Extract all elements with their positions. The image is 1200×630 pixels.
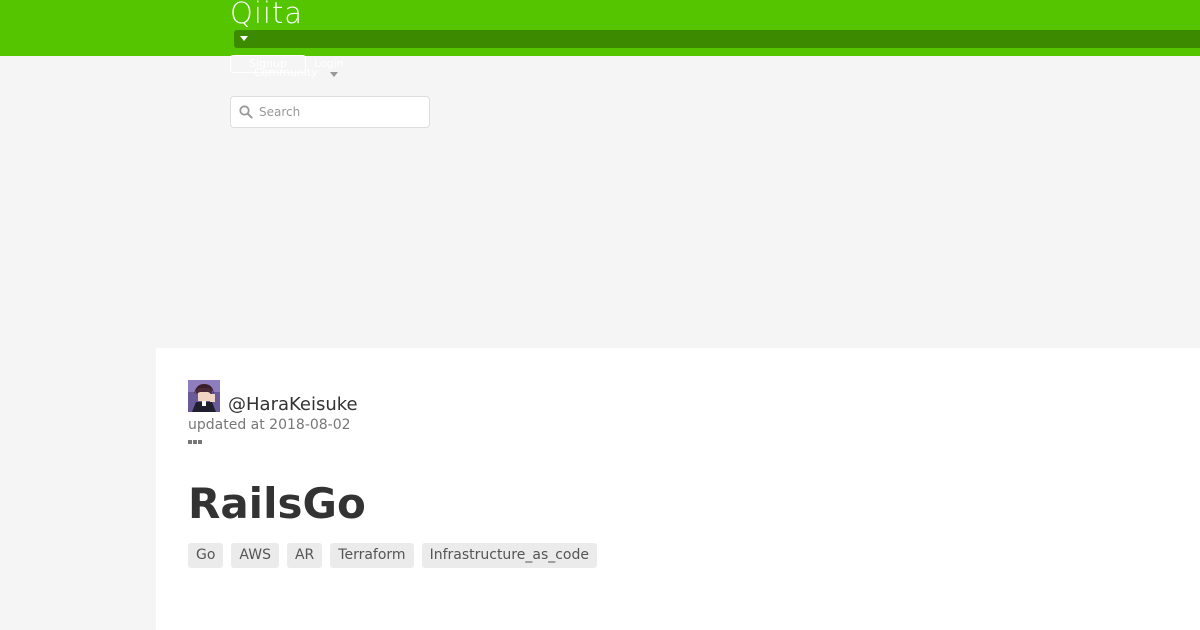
search-icon (239, 105, 253, 119)
tag-infrastructure-as-code[interactable]: Infrastructure_as_code (421, 543, 597, 568)
user-avatar[interactable] (188, 380, 220, 412)
caret-down-icon[interactable] (240, 36, 248, 41)
author-name[interactable]: @HaraKeisuke (228, 394, 358, 416)
tag-terraform[interactable]: Terraform (330, 543, 414, 568)
article-card: @HaraKeisuke updated at 2018-08-02 Rails… (156, 348, 1200, 630)
global-menu-bar[interactable] (234, 30, 1200, 48)
article-title: RailsGo (188, 479, 366, 528)
tag-go[interactable]: Go (188, 543, 224, 568)
updated-date: updated at 2018-08-02 (188, 417, 351, 433)
community-menu[interactable]: Community (254, 66, 318, 80)
search-box[interactable] (230, 96, 430, 128)
login-link[interactable]: Login (314, 57, 344, 71)
qiita-logo[interactable]: Qiita (230, 0, 303, 32)
tag-ar[interactable]: AR (286, 543, 323, 568)
tag-aws[interactable]: AWS (231, 543, 279, 568)
tag-list: Go AWS AR Terraform Infrastructure_as_co… (188, 543, 597, 568)
site-header: Qiita (0, 0, 1200, 56)
community-caret-icon[interactable] (330, 72, 338, 77)
search-input[interactable] (259, 101, 423, 123)
more-dots-icon[interactable] (188, 439, 204, 445)
